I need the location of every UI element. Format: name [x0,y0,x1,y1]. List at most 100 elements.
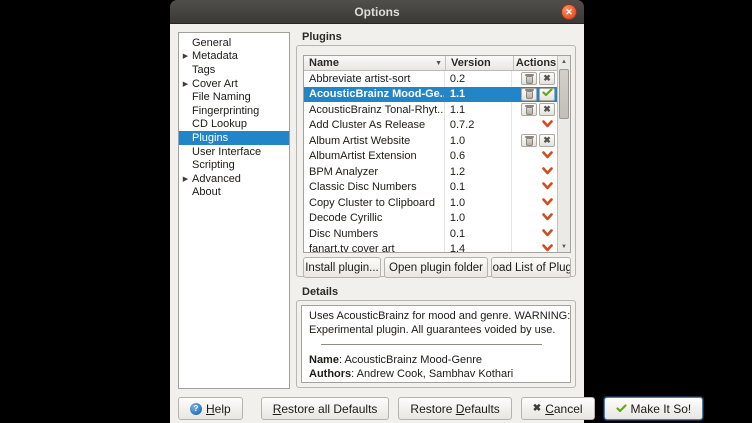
install-plugin-button[interactable]: Install plugin... [303,257,381,278]
table-row[interactable]: AlbumArtist Extension0.6 [304,149,557,165]
plugin-version-cell: 0.6 [445,149,512,165]
download-plugin-button[interactable] [539,181,555,194]
plugin-name-cell: Add Cluster As Release [304,118,445,134]
table-row[interactable]: AcousticBrainz Mood-Ge...1.1 [304,87,557,103]
sidebar-item-scripting[interactable]: Scripting [179,158,289,172]
table-row[interactable]: Abbreviate artist-sort0.2✖ [304,71,557,87]
download-plugin-button[interactable] [539,165,555,178]
button-text: Make It So! [631,402,692,416]
details-group-label: Details [302,286,338,298]
sidebar-list: General▶MetadataTags▶Cover ArtFile Namin… [178,32,290,389]
sidebar-item-label: Cover Art [192,78,238,90]
plugin-table-scrollbar[interactable]: ▲ ▼ [557,56,570,252]
sidebar-item-cover-art[interactable]: ▶Cover Art [179,77,289,91]
sidebar-item-tags[interactable]: Tags [179,63,289,77]
download-plugin-button[interactable] [539,212,555,225]
sidebar-item-advanced[interactable]: ▶Advanced [179,172,289,186]
sidebar-item-about[interactable]: About [179,186,289,200]
sidebar-item-label: Metadata [192,50,238,62]
sidebar-item-label: Scripting [192,159,235,171]
uninstall-plugin-button[interactable] [521,88,537,101]
uninstall-plugin-button[interactable] [521,134,537,147]
expand-arrow-icon[interactable]: ▶ [179,175,192,183]
sidebar-item-fingerprinting[interactable]: Fingerprinting [179,104,289,118]
expand-arrow-icon[interactable]: ▶ [179,52,192,60]
uninstall-plugin-button[interactable] [521,72,537,85]
plugin-name-cell: fanart.tv cover art [304,242,445,254]
column-header-name[interactable]: Name ▼ [304,56,446,70]
plugin-name-cell: Disc Numbers [304,226,445,242]
sidebar-item-user-interface[interactable]: User Interface [179,145,289,159]
expand-arrow-icon[interactable]: ▶ [179,80,192,88]
disable-plugin-button[interactable]: ✖ [539,134,555,147]
table-row[interactable]: fanart.tv cover art1.4 [304,242,557,254]
help-button[interactable]: ?Help [178,397,243,420]
plugin-details-text[interactable]: Uses AcousticBrainz for mood and genre. … [301,305,571,383]
reload-plugin-list-button[interactable]: Reload List of Plugins [491,257,571,278]
sidebar-item-plugins[interactable]: Plugins [179,131,289,145]
table-row[interactable]: Decode Cyrillic1.0 [304,211,557,227]
dialog-button-bar: ?Help Restore all Defaults Restore Default… [178,397,579,420]
download-plugin-button[interactable] [539,196,555,209]
plugin-actions-cell: ✖ [512,133,557,149]
column-header-name-label: Name [309,57,339,69]
column-header-version-label: Version [451,57,491,69]
scroll-up-icon[interactable]: ▲ [558,56,570,67]
button-label: estore all Defaults [281,402,377,416]
enable-plugin-button[interactable] [539,88,555,101]
plugin-name-cell: Classic Disc Numbers [304,180,445,196]
column-header-actions[interactable]: Actions [514,56,558,70]
sidebar-item-cd-lookup[interactable]: CD Lookup [179,118,289,132]
plugin-version-cell: 1.1 [445,102,512,118]
sidebar-item-file-naming[interactable]: File Naming [179,90,289,104]
check-icon [542,88,553,100]
button-label: Make It So! [631,402,692,416]
sidebar-item-label: Advanced [192,173,241,185]
download-plugin-button[interactable] [539,243,555,253]
download-plugin-button[interactable] [539,150,555,163]
download-chevron-icon [542,228,553,240]
uninstall-plugin-button[interactable] [521,103,537,116]
plugin-actions-cell: ✖ [512,102,557,118]
titlebar[interactable]: Options ✕ [170,0,584,24]
plugin-version-cell: 1.0 [445,133,512,149]
sidebar-item-label: Tags [192,64,215,76]
plugin-table-header: Name ▼ Version Actions [304,56,570,71]
download-plugin-button[interactable] [539,227,555,240]
details-divider [321,344,542,345]
table-row[interactable]: Album Artist Website1.0✖ [304,133,557,149]
download-plugin-button[interactable] [539,119,555,132]
table-row[interactable]: BPM Analyzer1.2 [304,164,557,180]
make-it-so-button[interactable]: Make It So! [604,397,704,420]
download-chevron-icon [542,243,553,253]
restore-defaults-button[interactable]: Restore Defaults [398,397,511,420]
scrollbar-thumb[interactable] [559,69,569,119]
plugin-version-cell: 0.7.2 [445,118,512,134]
download-chevron-icon [542,166,553,178]
plugin-version-cell: 1.0 [445,195,512,211]
restore-all-defaults-button[interactable]: Restore all Defaults [261,397,390,420]
plugin-version-cell: 0.1 [445,226,512,242]
window-title: Options [354,5,399,19]
disable-plugin-button[interactable]: ✖ [539,72,555,85]
open-plugin-folder-button[interactable]: Open plugin folder [384,257,488,278]
plugin-buttons-row: Install plugin...Open plugin folderReloa… [303,257,571,278]
details-field-label: Authors [309,368,351,380]
table-row[interactable]: Classic Disc Numbers0.1 [304,180,557,196]
sidebar-item-general[interactable]: General [179,36,289,50]
table-row[interactable]: Add Cluster As Release0.7.2 [304,118,557,134]
button-label: ancel [554,402,583,416]
details-field-label: Name [309,354,339,366]
table-row[interactable]: AcousticBrainz Tonal-Rhyt...1.1✖ [304,102,557,118]
disable-plugin-button[interactable]: ✖ [539,103,555,116]
table-row[interactable]: Copy Cluster to Clipboard1.0 [304,195,557,211]
sidebar-item-metadata[interactable]: ▶Metadata [179,50,289,64]
close-button[interactable]: ✕ [561,4,577,20]
scroll-down-icon[interactable]: ▼ [558,241,570,252]
details-group-box: Uses AcousticBrainz for mood and genre. … [296,300,576,388]
table-row[interactable]: Disc Numbers0.1 [304,226,557,242]
cross-icon: ✖ [533,403,541,414]
plugin-name-cell: Copy Cluster to Clipboard [304,195,445,211]
cancel-button[interactable]: ✖Cancel [521,397,595,420]
column-header-version[interactable]: Version [446,56,514,70]
